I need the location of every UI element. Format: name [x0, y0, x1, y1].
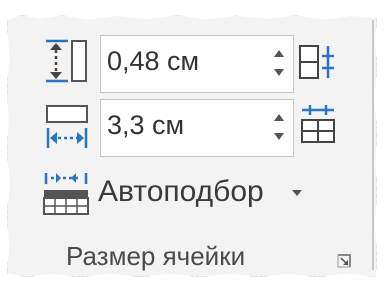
table-row-height-icon: [46, 39, 87, 83]
column-width-decrease-button[interactable]: [274, 133, 284, 140]
row-height-increase-button[interactable]: [274, 50, 284, 57]
column-width-increase-button[interactable]: [274, 114, 284, 121]
autofit-table-icon: [43, 173, 89, 215]
row-height-value: 0,48 см: [107, 46, 200, 76]
dialog-launcher-icon[interactable]: [336, 253, 352, 269]
cell-size-group-label: Размер ячейки: [66, 241, 246, 271]
row-height-decrease-button[interactable]: [274, 69, 284, 76]
table-column-width-icon: [46, 105, 88, 148]
ribbon-group-separator: [372, 20, 374, 270]
autofit-label: Автоподбор: [98, 175, 264, 208]
column-width-value: 3,3 см: [107, 110, 185, 140]
column-width-field[interactable]: 3,3 см: [100, 99, 294, 157]
distribute-columns-icon[interactable]: [298, 104, 338, 146]
screenshot-canvas: 0,48 см 3,3 см Автоподбор Размер ячейки: [0, 0, 392, 285]
row-height-field[interactable]: 0,48 см: [100, 35, 294, 93]
chevron-down-icon: [292, 190, 302, 196]
distribute-rows-icon[interactable]: [298, 42, 338, 82]
